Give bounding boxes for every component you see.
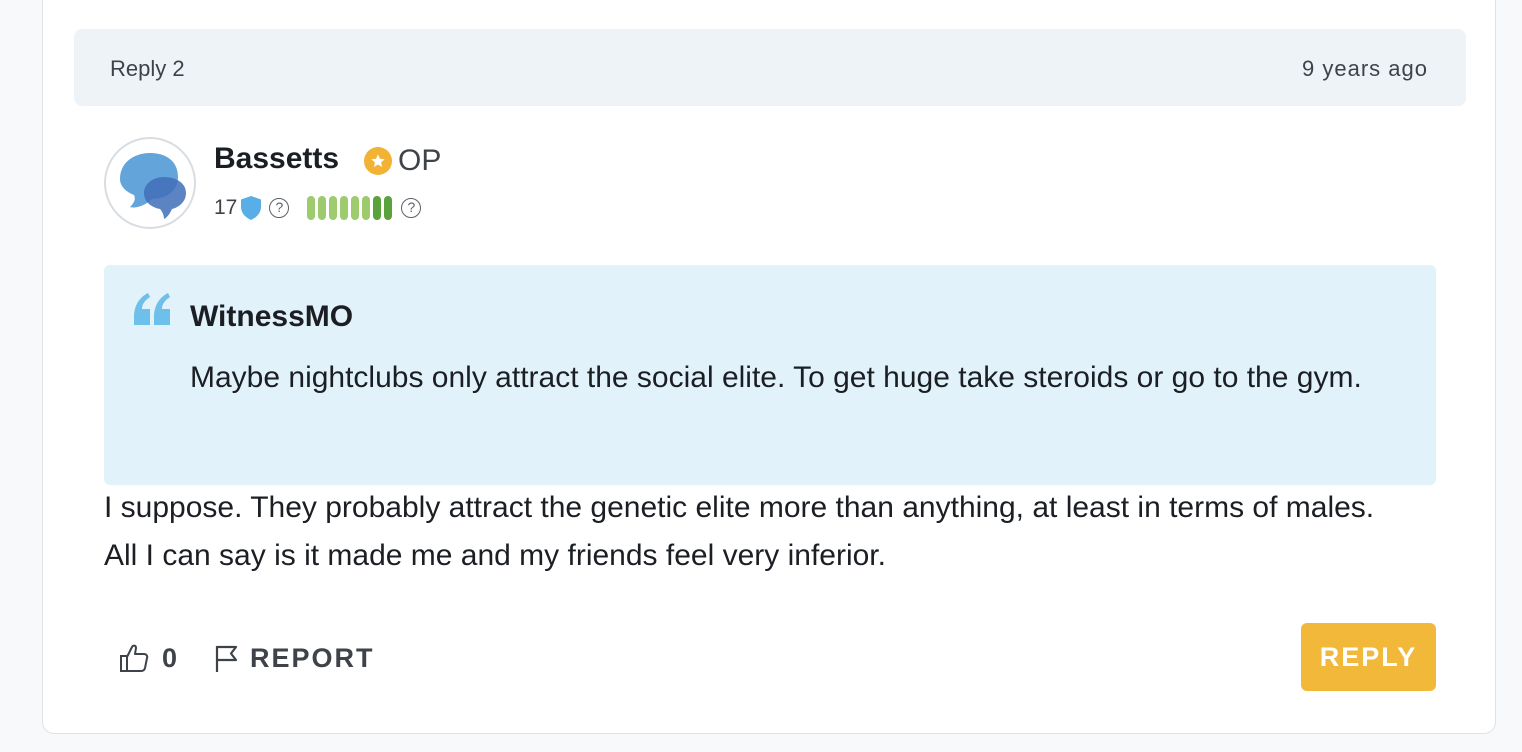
timestamp: 9 years ago (1302, 56, 1428, 81)
level-bar (362, 196, 371, 220)
shield-icon (241, 196, 262, 220)
level-bar (384, 196, 393, 220)
question-circle-icon[interactable]: ? (401, 198, 422, 218)
post-body: I suppose. They probably attract the gen… (104, 491, 1375, 572)
username[interactable]: Bassetts (214, 142, 339, 176)
level-indicator (307, 196, 395, 220)
like-button[interactable]: 0 (118, 638, 177, 678)
level-bar (340, 196, 349, 220)
level-bar (373, 196, 382, 220)
flag-icon (215, 645, 238, 672)
reply-button[interactable]: REPLY (1301, 623, 1436, 691)
report-button[interactable]: REPORT (212, 638, 375, 678)
level-bar (307, 196, 316, 220)
quote-mark-icon (134, 293, 170, 325)
op-label: OP (398, 144, 442, 177)
quote-text: Maybe nightclubs only attract the social… (190, 361, 1362, 394)
op-badge: OP (364, 144, 441, 178)
avatar[interactable] (104, 137, 196, 229)
question-circle-icon[interactable]: ? (269, 198, 290, 218)
user-stats: 17 ? ? (214, 193, 422, 223)
level-bar (351, 196, 360, 220)
star-icon (364, 147, 392, 175)
report-label: REPORT (250, 642, 375, 673)
reply-header: Reply 2 9 years ago (74, 29, 1466, 106)
reply-number: Reply 2 (110, 56, 185, 81)
thumbs-up-icon (120, 644, 149, 672)
points-value: 17 (214, 196, 238, 219)
level-bar (329, 196, 338, 220)
quote-author: WitnessMO (190, 300, 354, 333)
like-count: 0 (162, 642, 178, 673)
quoted-post: WitnessMO Maybe nightclubs only attract … (104, 265, 1436, 485)
speech-bubbles-icon (120, 153, 186, 219)
level-bar (318, 196, 327, 220)
